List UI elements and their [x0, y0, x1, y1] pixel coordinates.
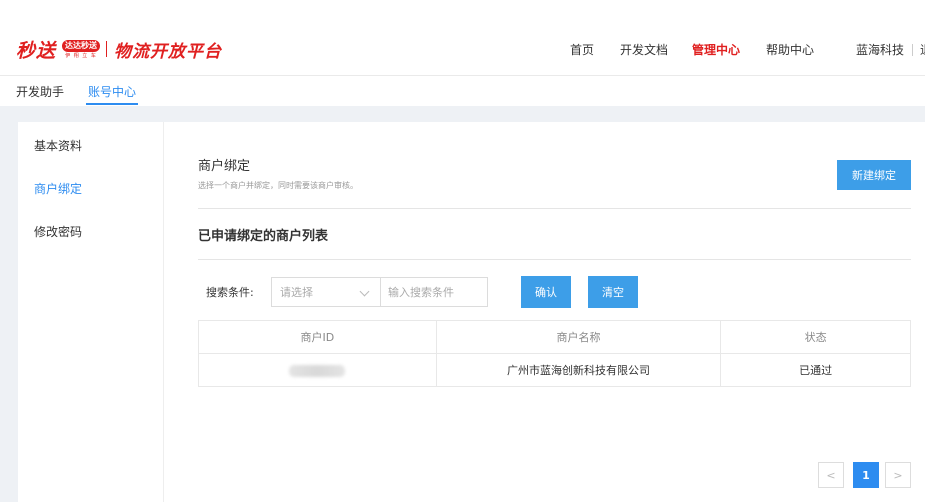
nav-item-docs[interactable]: 开发文档: [620, 42, 668, 58]
tab-account-center[interactable]: 账号中心: [88, 84, 136, 100]
nav-item-home[interactable]: 首页: [570, 42, 594, 58]
nav-item-management[interactable]: 管理中心: [692, 42, 740, 58]
sidebar-item-merchant-binding[interactable]: 商户绑定: [34, 181, 82, 197]
top-header: 秒送 达达秒送 伊 翔 立 车 物流开放平台 首页 开发文档 管理中心 帮助中心…: [0, 0, 925, 106]
redacted-merchant-id: [289, 364, 346, 377]
chevron-down-icon: [359, 286, 370, 297]
main-nav: 首页 开发文档 管理中心 帮助中心 蓝海科技 退: [0, 42, 925, 58]
nav-item-help[interactable]: 帮助中心: [766, 42, 814, 58]
cell-merchant-name: 广州市蓝海创新科技有限公司: [435, 353, 722, 387]
cell-status: 已通过: [720, 353, 911, 387]
sidebar-item-basic-info[interactable]: 基本资料: [34, 138, 82, 154]
subnav-divider: [0, 75, 925, 76]
cell-merchant-id: [198, 353, 437, 387]
sidebar: 基本资料 商户绑定 修改密码: [18, 122, 163, 502]
table-row: 广州市蓝海创新科技有限公司 已通过: [198, 353, 911, 387]
nav-item-logout[interactable]: 退: [920, 42, 925, 58]
nav-separator: [912, 44, 913, 56]
search-condition-select[interactable]: 请选择: [271, 277, 381, 307]
pagination-next-button[interactable]: >: [885, 462, 911, 488]
search-input[interactable]: [380, 277, 488, 307]
main-content: 商户绑定 选择一个商户并绑定，同时需要该商户审核。 新建绑定 已申请绑定的商户列…: [163, 122, 925, 502]
confirm-button[interactable]: 确认: [521, 276, 571, 308]
column-header-merchant-name: 商户名称: [435, 320, 722, 354]
column-header-merchant-id: 商户ID: [198, 320, 437, 354]
search-label: 搜索条件:: [206, 286, 254, 299]
section-divider: [198, 208, 911, 209]
tab-dev-assistant[interactable]: 开发助手: [16, 84, 64, 100]
pagination-page-1[interactable]: 1: [853, 462, 879, 488]
nav-item-user[interactable]: 蓝海科技: [856, 42, 904, 58]
section-description: 选择一个商户并绑定，同时需要该商户审核。: [198, 181, 358, 190]
section-title: 商户绑定: [198, 159, 251, 174]
new-binding-button[interactable]: 新建绑定: [837, 160, 911, 190]
column-header-status: 状态: [720, 320, 911, 354]
sidebar-item-change-password[interactable]: 修改密码: [34, 224, 82, 240]
clear-button[interactable]: 清空: [588, 276, 638, 308]
active-tab-indicator: [86, 103, 138, 105]
table-header-row: 商户ID 商户名称 状态: [198, 320, 911, 354]
pagination-prev-button[interactable]: <: [818, 462, 844, 488]
list-divider: [198, 259, 911, 260]
list-title: 已申请绑定的商户列表: [198, 229, 329, 244]
merchant-table: 商户ID 商户名称 状态 广州市蓝海创新科技有限公司 已通过: [198, 320, 911, 387]
select-placeholder: 请选择: [280, 286, 313, 299]
